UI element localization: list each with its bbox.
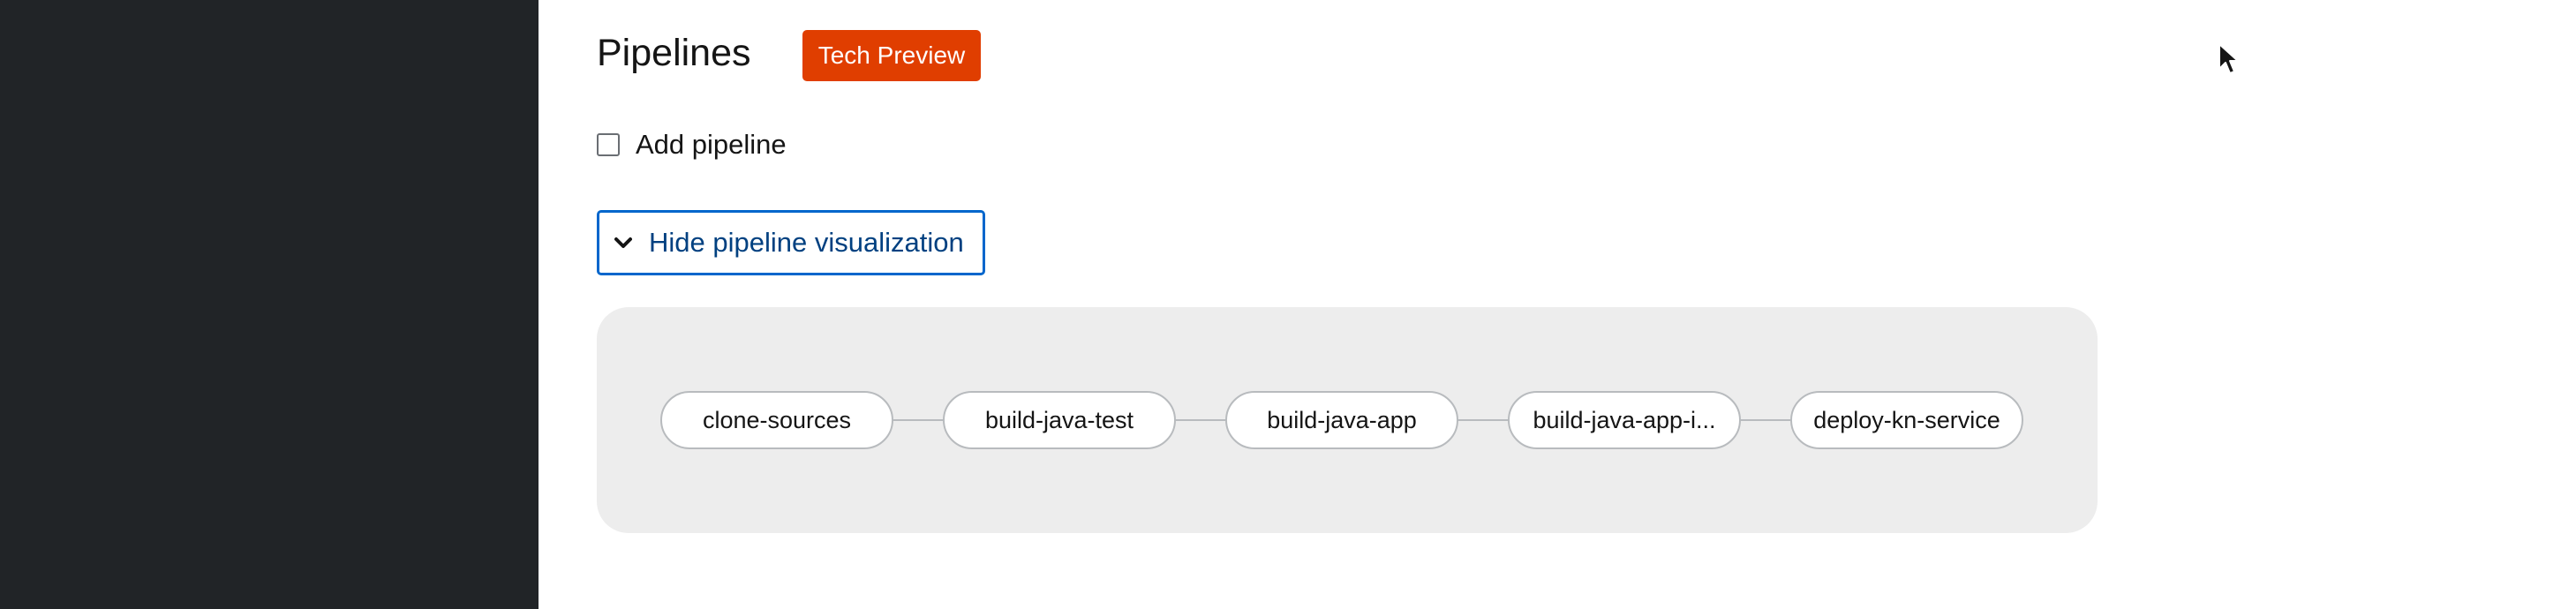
pipeline-task-node[interactable]: build-java-app-i... xyxy=(1508,391,1741,449)
hide-pipeline-visualization-button[interactable]: Hide pipeline visualization xyxy=(597,210,985,275)
main-content: Pipelines Tech Preview Add pipeline Hide… xyxy=(539,0,2576,609)
add-pipeline-label[interactable]: Add pipeline xyxy=(636,129,787,161)
pipeline-task-node[interactable]: build-java-test xyxy=(943,391,1176,449)
pipeline-task-label: build-java-app-i... xyxy=(1533,407,1715,433)
pipeline-task-label: deploy-kn-service xyxy=(1813,407,2000,433)
pipeline-task-label: clone-sources xyxy=(703,407,851,433)
mouse-cursor-icon xyxy=(2218,42,2241,82)
pipeline-graph: clone-sources build-java-test build-java-a… xyxy=(660,391,2023,449)
add-pipeline-checkbox-row[interactable]: Add pipeline xyxy=(597,129,787,161)
pipeline-task-label: build-java-app xyxy=(1267,407,1417,433)
pipeline-task-label: build-java-test xyxy=(985,407,1134,433)
sidebar xyxy=(0,0,539,609)
pipeline-task-node[interactable]: clone-sources xyxy=(660,391,893,449)
tech-preview-badge: Tech Preview xyxy=(802,30,981,81)
hide-pipeline-visualization-label: Hide pipeline visualization xyxy=(649,227,964,258)
page-title: Pipelines xyxy=(597,32,751,74)
pipeline-task-node[interactable]: build-java-app xyxy=(1225,391,1458,449)
pipeline-task-node[interactable]: deploy-kn-service xyxy=(1790,391,2023,449)
add-pipeline-checkbox[interactable] xyxy=(597,133,620,156)
chevron-down-icon xyxy=(608,228,638,258)
pipeline-visualization: clone-sources build-java-test build-java-a… xyxy=(597,307,2098,533)
